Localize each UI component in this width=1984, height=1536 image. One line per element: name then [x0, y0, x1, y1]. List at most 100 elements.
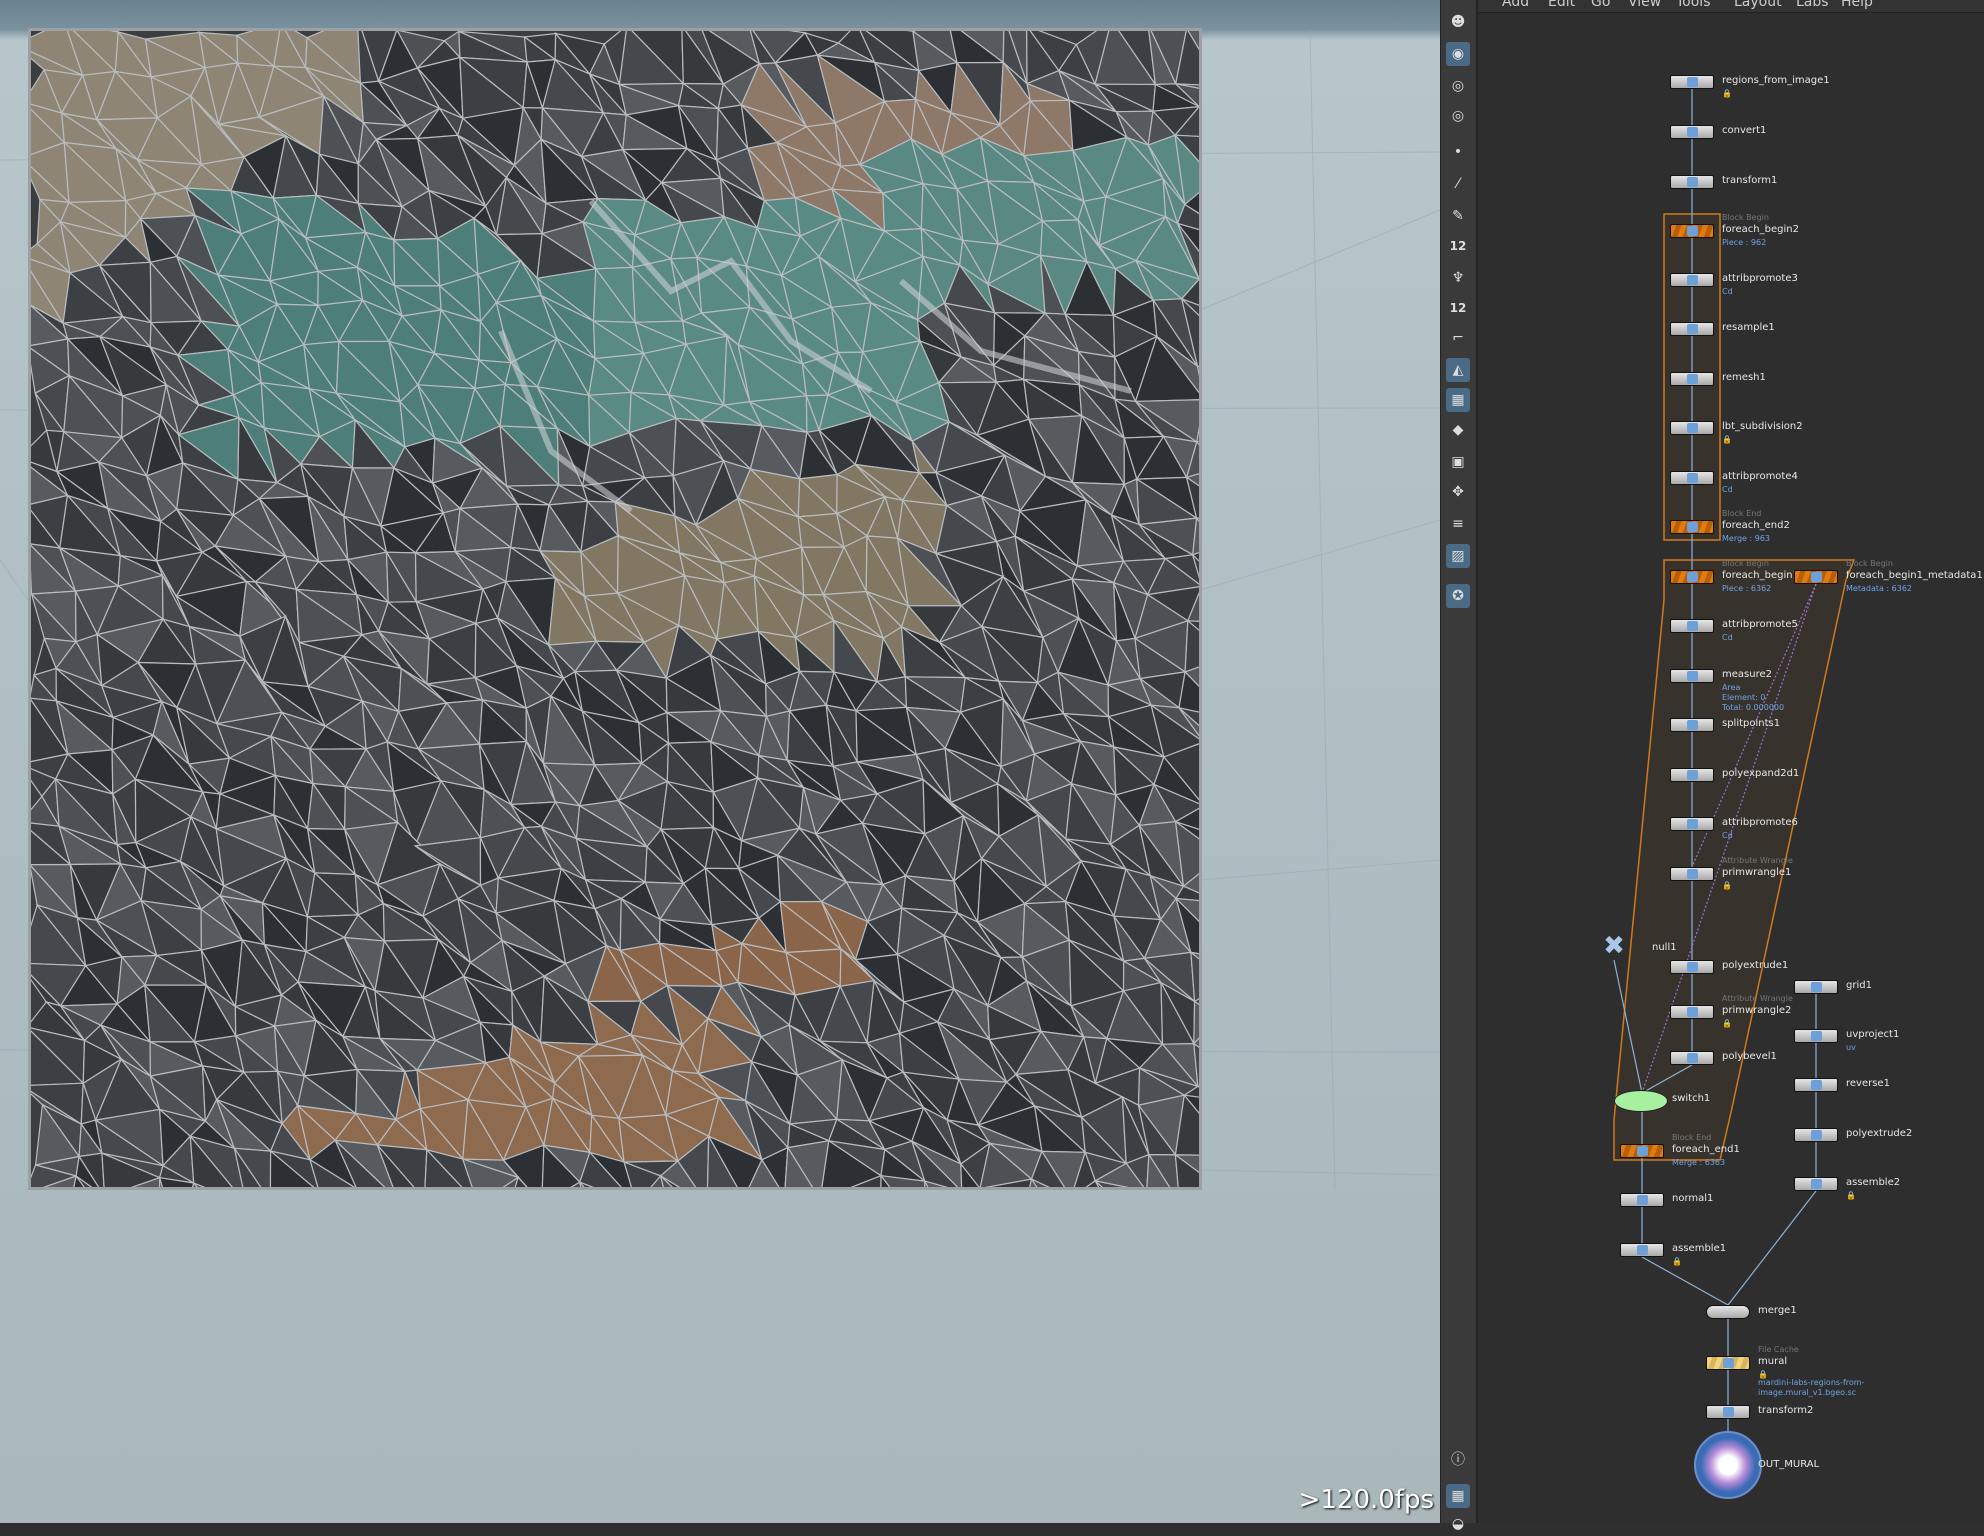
mosaic-tile — [1193, 1000, 1199, 1046]
node-header: Block Begin — [1722, 213, 1769, 222]
node-grid1[interactable] — [1794, 980, 1838, 994]
node-type-icon — [1723, 1407, 1734, 1417]
node-merge1[interactable] — [1706, 1305, 1750, 1319]
crop-icon[interactable]: ⌐ — [1446, 326, 1470, 350]
network-editor[interactable]: Add Edit Go View Tools Layout Labs Help regions… — [1476, 0, 1984, 1523]
disk-icon[interactable]: ◒ — [1446, 1512, 1470, 1536]
info-icon[interactable]: ⓘ — [1446, 1448, 1470, 1472]
node-info: Cd — [1722, 831, 1733, 840]
paint-icon[interactable]: ♆ — [1446, 266, 1470, 290]
node-type-icon — [1687, 671, 1698, 681]
node-attribpromote4[interactable] — [1670, 471, 1714, 485]
texture-icon[interactable]: ▦ — [1446, 388, 1470, 412]
node-header: File Cache — [1758, 1345, 1799, 1354]
viewport[interactable]: >120.0fps — [0, 0, 1440, 1523]
node-header: Block Begin — [1846, 559, 1893, 568]
node-convert1[interactable] — [1670, 125, 1714, 139]
node-resample1[interactable] — [1670, 322, 1714, 336]
pen-icon[interactable]: ✎ — [1446, 204, 1470, 228]
pin-icon[interactable]: ✥ — [1446, 480, 1470, 504]
layer-icon[interactable]: ◆ — [1446, 418, 1470, 442]
node-type-icon — [1811, 982, 1822, 992]
eye-render-icon[interactable]: ◎ — [1446, 104, 1470, 128]
node-uvproject1[interactable] — [1794, 1029, 1838, 1043]
node-out-mural[interactable] — [1694, 1431, 1762, 1499]
node-label: splitpoints1 — [1722, 718, 1781, 729]
node-type-icon — [1687, 374, 1698, 384]
node-label: remesh1 — [1722, 372, 1766, 383]
node-switch1[interactable] — [1614, 1090, 1668, 1112]
dot-icon[interactable]: • — [1446, 140, 1470, 164]
node-label: attribpromote3 — [1722, 273, 1798, 284]
select-icon[interactable]: ◭ — [1446, 358, 1470, 382]
node-measure2[interactable] — [1670, 669, 1714, 683]
light-icon[interactable]: ✪ — [1446, 584, 1470, 608]
node-attribpromote5[interactable] — [1670, 619, 1714, 633]
node-label: polyextrude2 — [1846, 1128, 1913, 1139]
node-polybevel1[interactable] — [1670, 1051, 1714, 1065]
node-wire — [1727, 1190, 1817, 1306]
node-assemble2[interactable] — [1794, 1177, 1838, 1191]
node-assemble1[interactable] — [1620, 1243, 1664, 1257]
node-polyextrude2[interactable] — [1794, 1128, 1838, 1142]
node-attribpromote6[interactable] — [1670, 817, 1714, 831]
alien-icon[interactable]: ☻ — [1446, 10, 1470, 34]
node-mural[interactable] — [1706, 1356, 1750, 1370]
image-icon[interactable]: ▨ — [1446, 544, 1470, 568]
node-transform1[interactable] — [1670, 175, 1714, 189]
node-label: lbt_subdivision2 — [1722, 421, 1803, 432]
node-null1[interactable]: ✖ — [1600, 932, 1628, 960]
node-splitpoints1[interactable] — [1670, 718, 1714, 732]
node-regions-from-image1[interactable] — [1670, 75, 1714, 89]
node-primwrangle2[interactable] — [1670, 1005, 1714, 1019]
node-label: polybevel1 — [1722, 1051, 1777, 1062]
node-reverse1[interactable] — [1794, 1078, 1838, 1092]
node-foreach-end2[interactable] — [1670, 520, 1714, 534]
node-type-icon — [1637, 1146, 1648, 1156]
node-attribpromote3[interactable] — [1670, 273, 1714, 287]
node-label: polyextrude1 — [1722, 960, 1789, 971]
node-label: regions_from_image1 — [1722, 75, 1830, 86]
node-label: uvproject1 — [1846, 1029, 1900, 1040]
node-label: measure2 — [1722, 669, 1772, 680]
eye-icon[interactable]: ◎ — [1446, 74, 1470, 98]
node-normal1[interactable] — [1620, 1193, 1664, 1207]
node-foreach-begin2[interactable] — [1670, 224, 1714, 238]
number-icon[interactable]: 12 — [1446, 234, 1470, 258]
node-label: switch1 — [1672, 1093, 1711, 1104]
node-info: Total: 0.000000 — [1722, 703, 1785, 712]
node-label: foreach_begin2 — [1722, 224, 1799, 235]
node-polyextrude1[interactable] — [1670, 960, 1714, 974]
map-icon[interactable]: ▣ — [1446, 450, 1470, 474]
node-info: Piece : 962 — [1722, 238, 1767, 247]
node-type-icon — [1687, 127, 1698, 137]
node-header: Block Begin — [1722, 559, 1769, 568]
lines-icon[interactable]: ≡ — [1446, 512, 1470, 536]
grid-icon[interactable]: ▦ — [1446, 1484, 1470, 1508]
node-transform2[interactable] — [1706, 1405, 1750, 1419]
node-remesh1[interactable] — [1670, 372, 1714, 386]
node-label: OUT_MURAL — [1758, 1459, 1820, 1470]
node-type-icon — [1687, 522, 1698, 532]
brush-icon[interactable]: ⁄ — [1446, 172, 1470, 196]
node-type-icon — [1687, 1053, 1698, 1063]
node-foreach-begin1-metadata1[interactable] — [1794, 570, 1838, 584]
node-type-icon — [1687, 869, 1698, 879]
node-lbt-subdivision2[interactable] — [1670, 421, 1714, 435]
viewer-toolbar: ☻ ◉ ◎ ◎ • ⁄ ✎ 12 ♆ 12 ⌐ ◭ ▦ ◆ ▣ ✥ ≡ ▨ ✪ ⓘ ▦ ◒ — [1440, 0, 1477, 1532]
node-foreach-begin1[interactable] — [1670, 570, 1714, 584]
node-type-icon — [1687, 819, 1698, 829]
node-label: foreach_begin1_metadata1 — [1846, 570, 1983, 581]
node-polyexpand2d1[interactable] — [1670, 768, 1714, 782]
mural-mesh[interactable] — [28, 28, 1202, 1190]
node-label: convert1 — [1722, 125, 1767, 136]
node-type-icon — [1687, 770, 1698, 780]
node-info: Cd — [1722, 633, 1733, 642]
number-icon[interactable]: 12 — [1446, 296, 1470, 320]
node-label: assemble2 — [1846, 1177, 1901, 1188]
lock-icon: 🔒 — [1846, 1191, 1856, 1200]
node-primwrangle1[interactable] — [1670, 867, 1714, 881]
node-foreach-end1[interactable] — [1620, 1144, 1664, 1158]
camera-icon[interactable]: ◉ — [1446, 42, 1470, 66]
node-label: assemble1 — [1672, 1243, 1727, 1254]
